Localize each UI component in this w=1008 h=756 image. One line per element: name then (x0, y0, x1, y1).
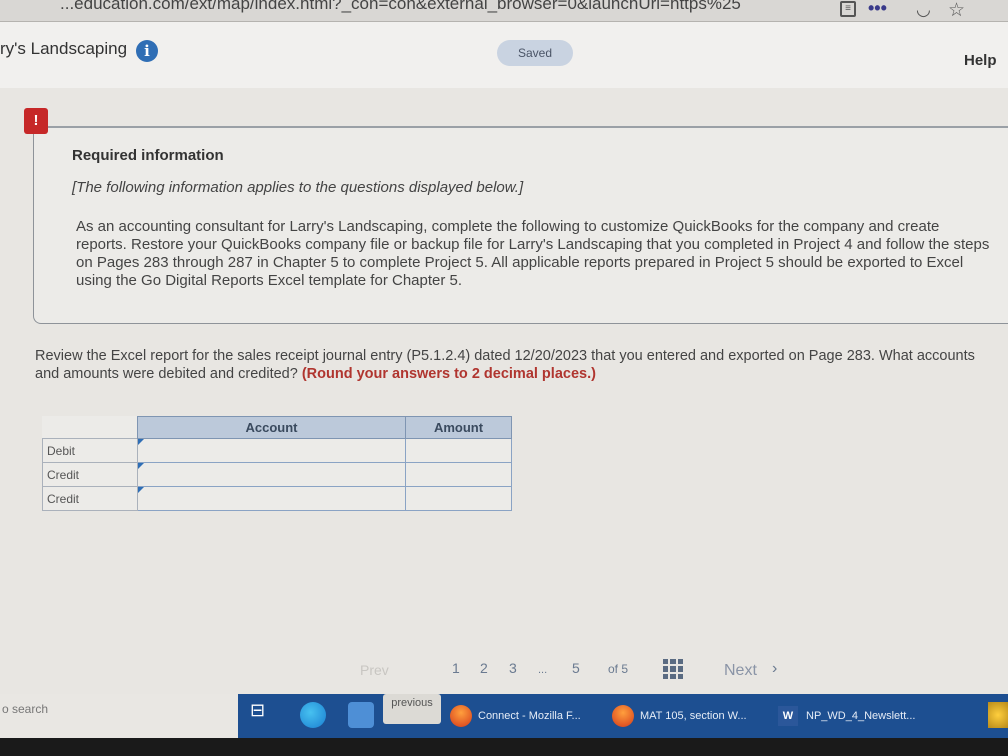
dropdown-marker-icon (138, 487, 144, 493)
row-label: Credit (42, 462, 138, 487)
taskbar-app-firefox-2[interactable]: MAT 105, section W... (612, 702, 747, 730)
amount-cell[interactable] (405, 462, 512, 487)
pocket-icon[interactable]: ◡ (916, 0, 931, 20)
amount-input[interactable] (406, 463, 511, 486)
page-link-1[interactable]: 1 (452, 660, 460, 676)
browser-url-bar[interactable]: ...education.com/ext/map/index.html?_con… (0, 0, 1008, 22)
required-info-subtitle: [The following information applies to th… (72, 179, 524, 196)
taskbar-app-label: MAT 105, section W... (640, 710, 747, 722)
taskbar-app-label: NP_WD_4_Newslett... (806, 710, 916, 722)
question-text: Review the Excel report for the sales re… (35, 347, 1003, 383)
firefox-icon (450, 705, 472, 727)
app-header: ry's Landscaping i Saved Help (0, 22, 1008, 88)
account-input[interactable] (138, 463, 405, 486)
account-dropdown[interactable] (137, 438, 406, 463)
task-view-icon[interactable]: ⊟ (250, 700, 274, 724)
grid-view-icon[interactable] (663, 659, 683, 679)
help-link[interactable]: Help (964, 52, 997, 69)
required-info-body: As an accounting consultant for Larry's … (76, 218, 990, 289)
word-icon: W (778, 706, 798, 726)
account-dropdown[interactable] (137, 486, 406, 511)
page-link-3[interactable]: 3 (509, 660, 517, 676)
rounding-instruction: (Round your answers to 2 decimal places.… (301, 366, 596, 382)
amount-input[interactable] (406, 439, 511, 462)
taskbar-app-word[interactable]: W NP_WD_4_Newslett... (778, 702, 915, 730)
more-actions-icon[interactable]: ••• (868, 0, 887, 19)
url-text[interactable]: ...education.com/ext/map/index.html?_con… (60, 0, 741, 14)
taskbar-app-label: Connect - Mozilla F... (478, 710, 581, 722)
prev-button[interactable]: Prev (360, 662, 389, 678)
account-column-header: Account (137, 416, 406, 439)
blank-header (42, 416, 138, 439)
next-button[interactable]: Next (724, 662, 757, 680)
table-header-row: Account Amount (42, 416, 512, 439)
row-label: Credit (42, 486, 138, 511)
system-tray-icon[interactable] (988, 702, 1008, 728)
reader-view-icon[interactable]: ≡ (840, 1, 856, 17)
saved-status-badge: Saved (497, 40, 573, 66)
amount-cell[interactable] (405, 438, 512, 463)
account-input[interactable] (138, 487, 405, 510)
page-total: of 5 (608, 662, 629, 676)
info-icon[interactable]: i (136, 40, 158, 62)
firefox-icon (612, 705, 634, 727)
file-explorer-icon[interactable] (348, 702, 374, 728)
table-row: Credit (42, 486, 512, 511)
alert-icon: ! (24, 108, 48, 134)
company-name: ry's Landscaping (0, 39, 128, 58)
amount-column-header: Amount (405, 416, 512, 439)
journal-entry-table: Account Amount Debit Credit Credit (42, 416, 512, 511)
taskbar-app-firefox[interactable]: Connect - Mozilla F... (450, 702, 581, 730)
bookmark-star-icon[interactable]: ☆ (948, 0, 965, 22)
table-row: Debit (42, 438, 512, 463)
screen-bezel (0, 738, 1008, 756)
row-label: Debit (42, 438, 138, 463)
dropdown-marker-icon (138, 463, 144, 469)
chevron-right-icon[interactable]: › (772, 660, 777, 678)
required-info-title: Required information (72, 147, 224, 164)
amount-cell[interactable] (405, 486, 512, 511)
taskbar-search[interactable]: o search (0, 694, 238, 738)
page-link-2[interactable]: 2 (480, 660, 488, 676)
account-input[interactable] (138, 439, 405, 462)
page-ellipsis: ... (538, 664, 548, 676)
account-dropdown[interactable] (137, 462, 406, 487)
edge-browser-icon[interactable] (300, 702, 326, 728)
table-row: Credit (42, 462, 512, 487)
previous-thumbnail[interactable]: previous (383, 694, 441, 724)
page-link-5[interactable]: 5 (572, 660, 580, 676)
dropdown-marker-icon (138, 439, 144, 445)
amount-input[interactable] (406, 487, 511, 510)
